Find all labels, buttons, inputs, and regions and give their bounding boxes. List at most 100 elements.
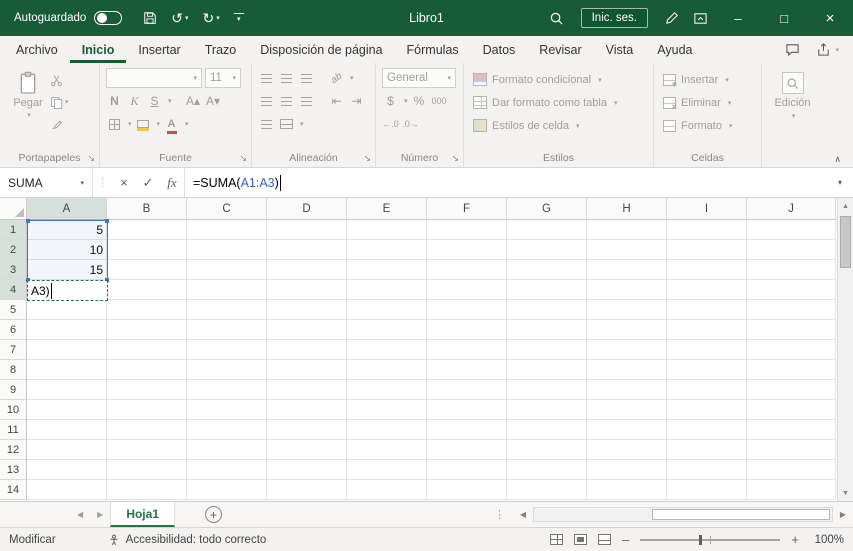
cell-I9[interactable] [667,380,747,400]
cell-I8[interactable] [667,360,747,380]
cell-H10[interactable] [587,400,667,420]
enter-button[interactable]: ✓ [136,168,160,197]
cell-I5[interactable] [667,300,747,320]
number-dialog-launcher[interactable]: ↘ [451,153,459,164]
cell-G2[interactable] [507,240,587,260]
cell-F13[interactable] [427,460,507,480]
cell-I6[interactable] [667,320,747,340]
cell-F3[interactable] [427,260,507,280]
scroll-up-button[interactable]: ▲ [838,198,853,214]
cell-D5[interactable] [267,300,347,320]
orientation-button[interactable]: ab [328,69,345,87]
comments-button[interactable] [785,42,800,57]
sheet-nav-left-button[interactable]: ◀ [70,502,90,527]
cell-E2[interactable] [347,240,427,260]
cell-C1[interactable] [187,220,267,240]
search-button[interactable] [542,0,571,36]
currency-format-button[interactable]: $ [382,92,399,110]
cell-G14[interactable] [507,480,587,500]
cell-E13[interactable] [347,460,427,480]
accessibility-status[interactable]: Accesibilidad: todo correcto [108,534,266,546]
cell-A7[interactable] [27,340,107,360]
cell-J4[interactable] [747,280,836,300]
cell-F7[interactable] [427,340,507,360]
scroll-left-button[interactable]: ◀ [516,510,530,519]
name-box[interactable]: SUMA ▾ [0,168,92,197]
tab-formulas[interactable]: Fórmulas [395,36,471,63]
cell-C11[interactable] [187,420,267,440]
cell-J13[interactable] [747,460,836,480]
cell-F14[interactable] [427,480,507,500]
increase-indent-button[interactable]: ⇥ [348,92,365,110]
ink-button[interactable] [658,0,686,36]
cell-B7[interactable] [107,340,187,360]
cell-D1[interactable] [267,220,347,240]
cell-F12[interactable] [427,440,507,460]
format-as-table-button[interactable]: Dar formato como tabla ▾ [470,91,648,114]
scroll-right-button[interactable]: ▶ [836,510,850,519]
share-button[interactable]: ▾ [816,42,839,57]
row-header-11[interactable]: 11 [0,420,27,440]
font-dialog-launcher[interactable]: ↘ [239,153,247,164]
cell-B11[interactable] [107,420,187,440]
cell-H2[interactable] [587,240,667,260]
cell-I11[interactable] [667,420,747,440]
cell-D3[interactable] [267,260,347,280]
cell-E9[interactable] [347,380,427,400]
customize-quick-access-button[interactable]: ▾ [227,0,251,36]
row-header-10[interactable]: 10 [0,400,27,420]
tab-vista[interactable]: Vista [594,36,646,63]
cell-A8[interactable] [27,360,107,380]
cell-H3[interactable] [587,260,667,280]
cell-G13[interactable] [507,460,587,480]
cell-B8[interactable] [107,360,187,380]
cell-D2[interactable] [267,240,347,260]
cell-A12[interactable] [27,440,107,460]
cell-G7[interactable] [507,340,587,360]
cell-H8[interactable] [587,360,667,380]
cell-D8[interactable] [267,360,347,380]
cell-I14[interactable] [667,480,747,500]
zoom-out-button[interactable]: – [622,532,629,547]
cell-E7[interactable] [347,340,427,360]
cell-B6[interactable] [107,320,187,340]
cell-H7[interactable] [587,340,667,360]
normal-view-button[interactable] [550,534,564,545]
zoom-in-button[interactable]: + [791,532,799,547]
row-header-4[interactable]: 4 [0,280,27,300]
percent-style-button[interactable]: % [411,92,428,110]
cell-F10[interactable] [427,400,507,420]
cell-J3[interactable] [747,260,836,280]
cell-I7[interactable] [667,340,747,360]
cell-G12[interactable] [507,440,587,460]
increase-decimal-button[interactable]: ←.0 [382,115,399,133]
cell-G3[interactable] [507,260,587,280]
zoom-slider[interactable] [640,534,781,545]
cell-E6[interactable] [347,320,427,340]
cell-C6[interactable] [187,320,267,340]
vertical-scroll-thumb[interactable] [840,216,851,268]
formula-input[interactable]: =SUMA(A1:A3) [185,168,827,197]
row-header-1[interactable]: 1 [0,220,27,240]
cell-D9[interactable] [267,380,347,400]
sheet-tab-hoja1[interactable]: Hoja1 [110,502,175,527]
cell-B12[interactable] [107,440,187,460]
row-header-6[interactable]: 6 [0,320,27,340]
tab-datos[interactable]: Datos [471,36,528,63]
cell-C9[interactable] [187,380,267,400]
cell-E5[interactable] [347,300,427,320]
cell-F5[interactable] [427,300,507,320]
cell-B13[interactable] [107,460,187,480]
borders-button[interactable] [106,115,123,133]
cell-F9[interactable] [427,380,507,400]
page-break-preview-button[interactable] [598,534,612,545]
cell-C2[interactable] [187,240,267,260]
cell-G10[interactable] [507,400,587,420]
zoom-level[interactable]: 100% [810,534,844,546]
cell-C4[interactable] [187,280,267,300]
cell-E3[interactable] [347,260,427,280]
cell-H13[interactable] [587,460,667,480]
cell-C10[interactable] [187,400,267,420]
cell-E10[interactable] [347,400,427,420]
zoom-slider-thumb[interactable] [699,534,703,545]
